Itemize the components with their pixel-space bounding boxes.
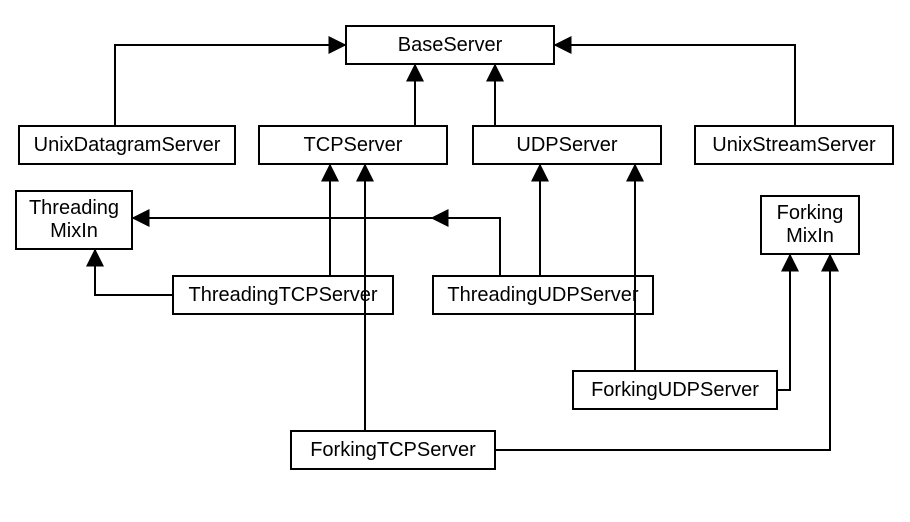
node-forkingtcpserver: ForkingTCPServer (290, 430, 496, 470)
node-forkingudpserver: ForkingUDPServer (572, 370, 778, 410)
node-baseserver: BaseServer (345, 25, 555, 65)
node-threadingudpserver: ThreadingUDPServer (432, 275, 654, 315)
node-label: Forking MixIn (777, 202, 844, 248)
node-label: ThreadingTCPServer (189, 284, 378, 307)
node-label: UnixDatagramServer (34, 134, 221, 157)
node-threadingtcpserver: ThreadingTCPServer (172, 275, 394, 315)
node-label: UnixStreamServer (712, 134, 875, 157)
node-label: ForkingUDPServer (591, 379, 759, 402)
node-unixstreamserver: UnixStreamServer (694, 125, 894, 165)
node-forkingmixin: Forking MixIn (760, 195, 860, 255)
node-label: ForkingTCPServer (310, 439, 476, 462)
edge-thrudp-thrmixin-stub (432, 218, 500, 275)
edge-forkudp-forkmixin (778, 255, 790, 390)
edge-uds-base (115, 45, 345, 125)
node-tcpserver: TCPServer (258, 125, 448, 165)
edge-uss-base (555, 45, 795, 125)
node-label: ThreadingUDPServer (447, 284, 638, 307)
edge-thrtcp-thrmixin (95, 250, 172, 295)
node-threadingmixin: Threading MixIn (15, 190, 133, 250)
node-udpserver: UDPServer (472, 125, 662, 165)
node-label: BaseServer (398, 34, 503, 57)
node-label: Threading MixIn (29, 197, 119, 243)
node-label: TCPServer (304, 134, 403, 157)
node-label: UDPServer (516, 134, 617, 157)
node-unixdatagramserver: UnixDatagramServer (18, 125, 236, 165)
